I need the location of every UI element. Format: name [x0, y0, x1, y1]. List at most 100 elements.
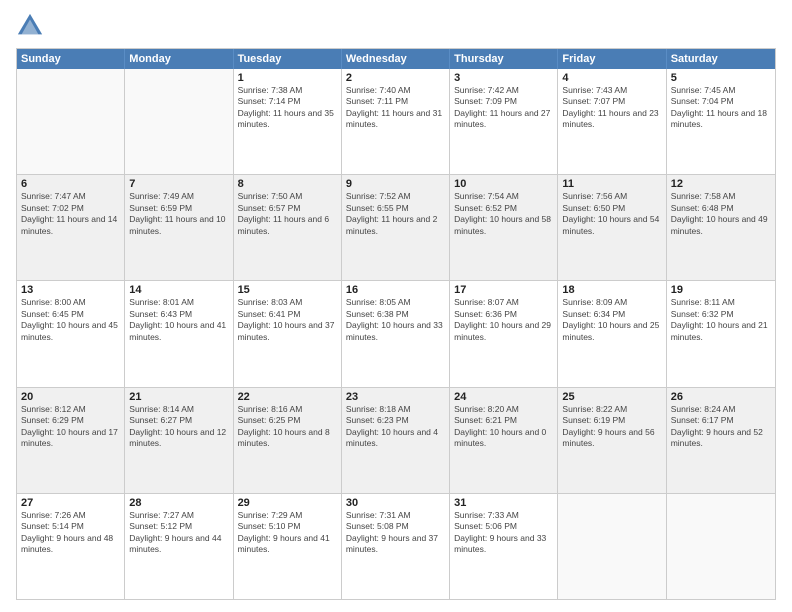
calendar: SundayMondayTuesdayWednesdayThursdayFrid… [16, 48, 776, 600]
day-info: Sunrise: 8:05 AM Sunset: 6:38 PM Dayligh… [346, 297, 445, 343]
day-info: Sunrise: 7:54 AM Sunset: 6:52 PM Dayligh… [454, 191, 553, 237]
day-number: 23 [346, 391, 445, 403]
logo [16, 12, 48, 40]
day-number: 6 [21, 178, 120, 190]
day-info: Sunrise: 7:42 AM Sunset: 7:09 PM Dayligh… [454, 85, 553, 131]
day-info: Sunrise: 7:31 AM Sunset: 5:08 PM Dayligh… [346, 510, 445, 556]
calendar-cell: 7Sunrise: 7:49 AM Sunset: 6:59 PM Daylig… [125, 175, 233, 280]
calendar-cell: 31Sunrise: 7:33 AM Sunset: 5:06 PM Dayli… [450, 494, 558, 599]
calendar-row: 6Sunrise: 7:47 AM Sunset: 7:02 PM Daylig… [17, 174, 775, 280]
calendar-cell: 29Sunrise: 7:29 AM Sunset: 5:10 PM Dayli… [234, 494, 342, 599]
day-info: Sunrise: 8:09 AM Sunset: 6:34 PM Dayligh… [562, 297, 661, 343]
calendar-row: 13Sunrise: 8:00 AM Sunset: 6:45 PM Dayli… [17, 280, 775, 386]
day-number: 26 [671, 391, 771, 403]
calendar-cell: 9Sunrise: 7:52 AM Sunset: 6:55 PM Daylig… [342, 175, 450, 280]
day-number: 27 [21, 497, 120, 509]
page: SundayMondayTuesdayWednesdayThursdayFrid… [0, 0, 792, 612]
weekday-header-thursday: Thursday [450, 49, 558, 69]
calendar-cell: 13Sunrise: 8:00 AM Sunset: 6:45 PM Dayli… [17, 281, 125, 386]
weekday-header-tuesday: Tuesday [234, 49, 342, 69]
calendar-cell: 21Sunrise: 8:14 AM Sunset: 6:27 PM Dayli… [125, 388, 233, 493]
calendar-cell: 11Sunrise: 7:56 AM Sunset: 6:50 PM Dayli… [558, 175, 666, 280]
calendar-row: 27Sunrise: 7:26 AM Sunset: 5:14 PM Dayli… [17, 493, 775, 599]
day-number: 25 [562, 391, 661, 403]
header [16, 12, 776, 40]
calendar-cell: 30Sunrise: 7:31 AM Sunset: 5:08 PM Dayli… [342, 494, 450, 599]
day-info: Sunrise: 8:22 AM Sunset: 6:19 PM Dayligh… [562, 404, 661, 450]
day-number: 9 [346, 178, 445, 190]
calendar-cell: 2Sunrise: 7:40 AM Sunset: 7:11 PM Daylig… [342, 69, 450, 174]
day-number: 28 [129, 497, 228, 509]
day-info: Sunrise: 8:07 AM Sunset: 6:36 PM Dayligh… [454, 297, 553, 343]
day-number: 20 [21, 391, 120, 403]
day-info: Sunrise: 7:56 AM Sunset: 6:50 PM Dayligh… [562, 191, 661, 237]
day-info: Sunrise: 8:16 AM Sunset: 6:25 PM Dayligh… [238, 404, 337, 450]
day-info: Sunrise: 8:03 AM Sunset: 6:41 PM Dayligh… [238, 297, 337, 343]
day-number: 30 [346, 497, 445, 509]
day-info: Sunrise: 8:20 AM Sunset: 6:21 PM Dayligh… [454, 404, 553, 450]
weekday-header-friday: Friday [558, 49, 666, 69]
calendar-cell: 5Sunrise: 7:45 AM Sunset: 7:04 PM Daylig… [667, 69, 775, 174]
day-info: Sunrise: 7:33 AM Sunset: 5:06 PM Dayligh… [454, 510, 553, 556]
calendar-cell: 12Sunrise: 7:58 AM Sunset: 6:48 PM Dayli… [667, 175, 775, 280]
calendar-cell: 28Sunrise: 7:27 AM Sunset: 5:12 PM Dayli… [125, 494, 233, 599]
calendar-row: 1Sunrise: 7:38 AM Sunset: 7:14 PM Daylig… [17, 69, 775, 174]
day-info: Sunrise: 7:29 AM Sunset: 5:10 PM Dayligh… [238, 510, 337, 556]
calendar-cell: 23Sunrise: 8:18 AM Sunset: 6:23 PM Dayli… [342, 388, 450, 493]
calendar-cell: 10Sunrise: 7:54 AM Sunset: 6:52 PM Dayli… [450, 175, 558, 280]
day-number: 5 [671, 72, 771, 84]
day-number: 22 [238, 391, 337, 403]
day-number: 2 [346, 72, 445, 84]
calendar-cell [17, 69, 125, 174]
calendar-body: 1Sunrise: 7:38 AM Sunset: 7:14 PM Daylig… [17, 69, 775, 599]
calendar-cell [125, 69, 233, 174]
day-info: Sunrise: 8:11 AM Sunset: 6:32 PM Dayligh… [671, 297, 771, 343]
calendar-cell: 3Sunrise: 7:42 AM Sunset: 7:09 PM Daylig… [450, 69, 558, 174]
day-info: Sunrise: 7:47 AM Sunset: 7:02 PM Dayligh… [21, 191, 120, 237]
day-info: Sunrise: 8:00 AM Sunset: 6:45 PM Dayligh… [21, 297, 120, 343]
day-number: 21 [129, 391, 228, 403]
calendar-cell: 26Sunrise: 8:24 AM Sunset: 6:17 PM Dayli… [667, 388, 775, 493]
day-info: Sunrise: 7:38 AM Sunset: 7:14 PM Dayligh… [238, 85, 337, 131]
calendar-cell: 22Sunrise: 8:16 AM Sunset: 6:25 PM Dayli… [234, 388, 342, 493]
day-number: 11 [562, 178, 661, 190]
day-info: Sunrise: 7:26 AM Sunset: 5:14 PM Dayligh… [21, 510, 120, 556]
calendar-cell: 8Sunrise: 7:50 AM Sunset: 6:57 PM Daylig… [234, 175, 342, 280]
day-number: 12 [671, 178, 771, 190]
logo-icon [16, 12, 44, 40]
day-info: Sunrise: 7:40 AM Sunset: 7:11 PM Dayligh… [346, 85, 445, 131]
day-info: Sunrise: 7:58 AM Sunset: 6:48 PM Dayligh… [671, 191, 771, 237]
day-number: 3 [454, 72, 553, 84]
calendar-cell: 19Sunrise: 8:11 AM Sunset: 6:32 PM Dayli… [667, 281, 775, 386]
calendar-cell: 15Sunrise: 8:03 AM Sunset: 6:41 PM Dayli… [234, 281, 342, 386]
weekday-header-monday: Monday [125, 49, 233, 69]
day-info: Sunrise: 7:27 AM Sunset: 5:12 PM Dayligh… [129, 510, 228, 556]
day-info: Sunrise: 7:49 AM Sunset: 6:59 PM Dayligh… [129, 191, 228, 237]
calendar-cell [558, 494, 666, 599]
day-number: 7 [129, 178, 228, 190]
day-info: Sunrise: 8:12 AM Sunset: 6:29 PM Dayligh… [21, 404, 120, 450]
weekday-header-sunday: Sunday [17, 49, 125, 69]
day-info: Sunrise: 7:50 AM Sunset: 6:57 PM Dayligh… [238, 191, 337, 237]
day-number: 17 [454, 284, 553, 296]
calendar-cell: 16Sunrise: 8:05 AM Sunset: 6:38 PM Dayli… [342, 281, 450, 386]
day-info: Sunrise: 8:01 AM Sunset: 6:43 PM Dayligh… [129, 297, 228, 343]
day-number: 18 [562, 284, 661, 296]
day-info: Sunrise: 7:45 AM Sunset: 7:04 PM Dayligh… [671, 85, 771, 131]
day-number: 4 [562, 72, 661, 84]
day-number: 31 [454, 497, 553, 509]
day-info: Sunrise: 8:18 AM Sunset: 6:23 PM Dayligh… [346, 404, 445, 450]
day-info: Sunrise: 8:24 AM Sunset: 6:17 PM Dayligh… [671, 404, 771, 450]
calendar-cell: 6Sunrise: 7:47 AM Sunset: 7:02 PM Daylig… [17, 175, 125, 280]
calendar-cell: 27Sunrise: 7:26 AM Sunset: 5:14 PM Dayli… [17, 494, 125, 599]
calendar-cell: 4Sunrise: 7:43 AM Sunset: 7:07 PM Daylig… [558, 69, 666, 174]
day-number: 19 [671, 284, 771, 296]
day-number: 15 [238, 284, 337, 296]
calendar-cell: 18Sunrise: 8:09 AM Sunset: 6:34 PM Dayli… [558, 281, 666, 386]
day-info: Sunrise: 7:52 AM Sunset: 6:55 PM Dayligh… [346, 191, 445, 237]
day-number: 29 [238, 497, 337, 509]
day-number: 14 [129, 284, 228, 296]
day-number: 16 [346, 284, 445, 296]
day-info: Sunrise: 7:43 AM Sunset: 7:07 PM Dayligh… [562, 85, 661, 131]
calendar-cell: 20Sunrise: 8:12 AM Sunset: 6:29 PM Dayli… [17, 388, 125, 493]
